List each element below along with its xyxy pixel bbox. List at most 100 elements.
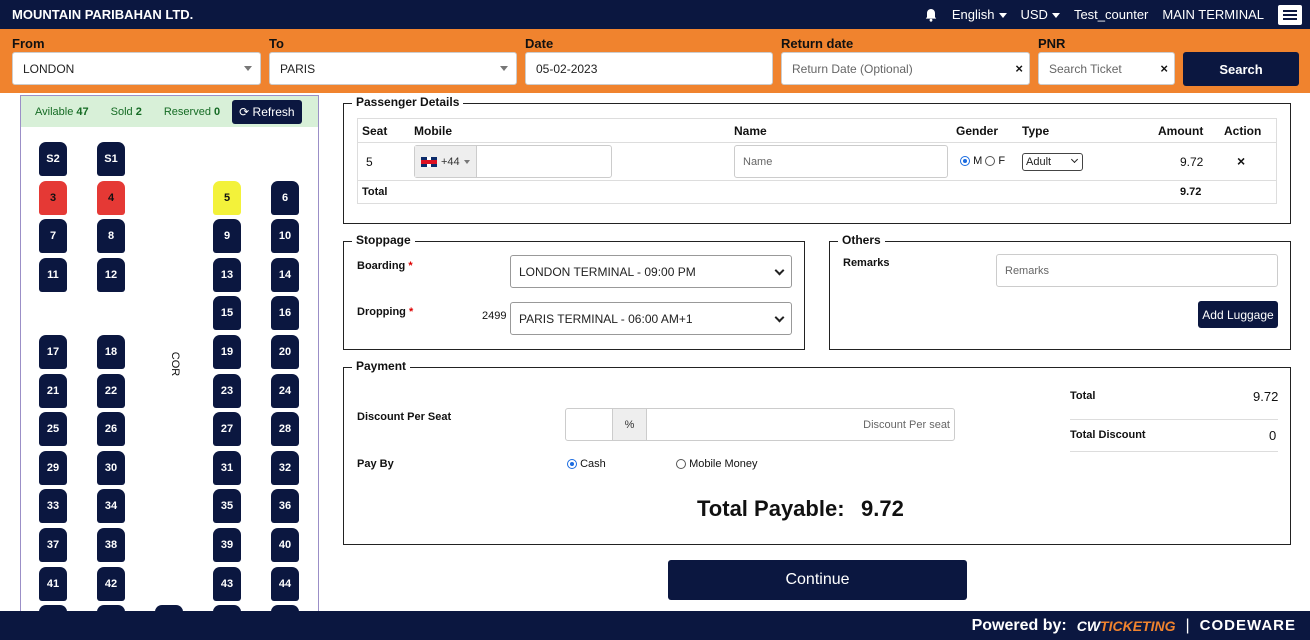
date-field: Date 05-02-2023	[525, 36, 773, 85]
seat-34[interactable]: 34	[97, 489, 125, 524]
to-field: To PARIS	[269, 36, 517, 85]
total-discount-value: 0	[1269, 428, 1277, 443]
seat-29[interactable]: 29	[39, 450, 67, 485]
mobile-input[interactable]: +44	[414, 145, 612, 178]
seat-5[interactable]: 5	[213, 180, 241, 215]
language-label: English	[951, 7, 995, 22]
logo-ticketing: TICKETING	[1100, 617, 1176, 634]
mobile-money-radio[interactable]	[676, 459, 686, 470]
boarding-select[interactable]: LONDON TERMINAL - 09:00 PM	[510, 255, 792, 288]
seat-33[interactable]: 33	[39, 489, 67, 524]
add-luggage-button[interactable]: Add Luggage	[1198, 301, 1278, 328]
seat-21[interactable]: 21	[39, 373, 67, 408]
continue-button[interactable]: Continue	[668, 560, 967, 600]
clear-pnr-icon[interactable]: ×	[1160, 61, 1168, 76]
seat-18[interactable]: 18	[97, 335, 125, 369]
seat-24[interactable]: 24	[271, 373, 299, 408]
payment-section: Payment Discount Per Seat % Discount Per…	[343, 359, 1291, 545]
seat-6[interactable]: 6	[271, 180, 299, 215]
seat-39[interactable]: 39	[213, 528, 241, 562]
remarks-placeholder: Remarks	[1005, 264, 1050, 277]
seat-23[interactable]: 23	[213, 373, 241, 408]
brand-name[interactable]: MOUNTAIN PARIBAHAN LTD.	[12, 7, 193, 22]
seat-S1[interactable]: S1	[97, 142, 125, 176]
seat-S2[interactable]: S2	[39, 142, 67, 176]
chevron-down-icon	[998, 13, 1007, 19]
date-label: Date	[525, 36, 554, 51]
sold-label: Sold	[110, 105, 133, 118]
seat-15[interactable]: 15	[213, 296, 241, 331]
stoppage-section: Stoppage Boarding * LONDON TERMINAL - 09…	[343, 233, 805, 350]
currency-dropdown[interactable]: USD	[1021, 7, 1060, 22]
remarks-input[interactable]: Remarks	[996, 254, 1278, 287]
clear-return-icon[interactable]: ×	[1015, 61, 1023, 76]
cash-option[interactable]: Cash	[567, 458, 606, 470]
seat-16[interactable]: 16	[271, 296, 299, 331]
payment-legend: Payment	[352, 359, 411, 373]
seat-43[interactable]: 43	[213, 566, 241, 601]
passenger-details-section: Passenger Details Seat Mobile Name Gende…	[343, 95, 1291, 224]
seat-9[interactable]: 9	[213, 219, 241, 254]
menu-icon[interactable]	[1278, 4, 1302, 25]
seat-4[interactable]: 4	[97, 180, 125, 215]
gender-f-radio[interactable]	[985, 156, 996, 167]
from-field: From LONDON	[12, 36, 261, 85]
seat-25[interactable]: 25	[39, 412, 67, 447]
bell-icon[interactable]	[924, 8, 938, 22]
language-dropdown[interactable]: English	[952, 7, 1007, 22]
cash-radio[interactable]	[567, 459, 577, 470]
seat-17[interactable]: 17	[39, 335, 67, 369]
refresh-button[interactable]: ⟳ Refresh	[232, 99, 302, 124]
dropping-select[interactable]: PARIS TERMINAL - 06:00 AM+1	[510, 302, 792, 335]
discount-input[interactable]	[566, 409, 613, 440]
seat-27[interactable]: 27	[213, 412, 241, 447]
to-select[interactable]: PARIS	[269, 52, 517, 85]
country-code-dropdown[interactable]: +44	[415, 146, 477, 177]
passenger-type-select[interactable]: Adult	[1022, 153, 1083, 171]
seat-32[interactable]: 32	[271, 450, 299, 485]
seat-28[interactable]: 28	[271, 412, 299, 447]
remove-passenger-icon[interactable]: ×	[1237, 153, 1245, 169]
pnr-input[interactable]: Search Ticket ×	[1038, 52, 1175, 85]
seat-41[interactable]: 41	[39, 566, 67, 601]
seat-3[interactable]: 3	[39, 180, 67, 215]
seat-40[interactable]: 40	[271, 528, 299, 562]
seat-30[interactable]: 30	[97, 450, 125, 485]
seat-36[interactable]: 36	[271, 489, 299, 524]
seat-26[interactable]: 26	[97, 412, 125, 447]
seat-38[interactable]: 38	[97, 528, 125, 562]
seat-7[interactable]: 7	[39, 219, 67, 254]
user-name[interactable]: Test_counter	[1074, 7, 1148, 22]
seat-20[interactable]: 20	[271, 335, 299, 369]
name-input[interactable]: Name	[734, 145, 948, 178]
seat-11[interactable]: 11	[39, 257, 67, 292]
return-date-input[interactable]: Return Date (Optional) ×	[781, 52, 1030, 85]
total-amount: 9.72	[1180, 186, 1202, 198]
gender-m-radio[interactable]	[960, 156, 970, 167]
seat-12[interactable]: 12	[97, 257, 125, 292]
search-button[interactable]: Search	[1183, 52, 1299, 86]
date-input[interactable]: 05-02-2023	[525, 52, 773, 85]
seat-8[interactable]: 8	[97, 219, 125, 254]
mobile-money-option[interactable]: Mobile Money	[676, 458, 758, 470]
seat-37[interactable]: 37	[39, 528, 67, 562]
seat-13[interactable]: 13	[213, 257, 241, 292]
seat-10[interactable]: 10	[271, 219, 299, 254]
dropping-code: 2499	[482, 310, 507, 322]
seat-44[interactable]: 44	[271, 566, 299, 601]
row-amount: 9.72	[1180, 155, 1204, 169]
from-select[interactable]: LONDON	[12, 52, 261, 85]
seat-14[interactable]: 14	[271, 257, 299, 292]
seat-31[interactable]: 31	[213, 450, 241, 485]
terminal-name[interactable]: MAIN TERMINAL	[1162, 7, 1264, 22]
reserved-legend: Reserved 0	[164, 106, 220, 118]
payment-total-label: Total	[1070, 390, 1096, 402]
seat-42[interactable]: 42	[97, 566, 125, 601]
seat-22[interactable]: 22	[97, 373, 125, 408]
to-value: PARIS	[280, 61, 316, 76]
uk-flag-icon	[421, 156, 437, 167]
seat-35[interactable]: 35	[213, 489, 241, 524]
discount-per-seat-input[interactable]: Discount Per seat	[647, 419, 954, 431]
dial-code: +44	[441, 155, 460, 168]
seat-19[interactable]: 19	[213, 335, 241, 369]
